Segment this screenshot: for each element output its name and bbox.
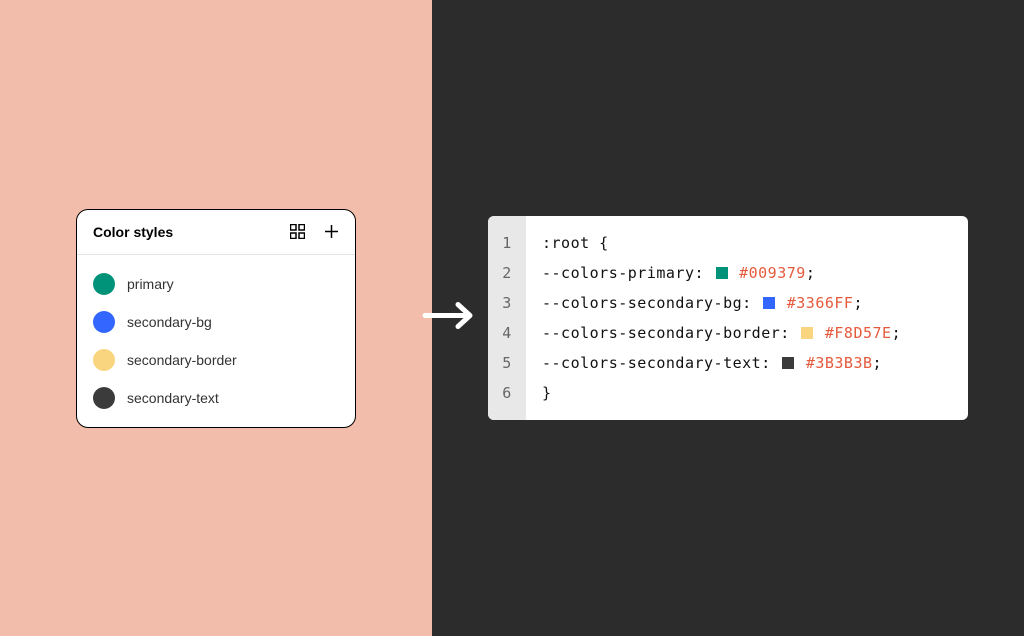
css-property: --colors-secondary-bg (542, 294, 742, 312)
style-item-primary[interactable]: primary (77, 265, 355, 303)
grid-view-icon[interactable] (289, 224, 305, 240)
style-item-secondary-border[interactable]: secondary-border (77, 341, 355, 379)
arrow-icon (420, 296, 480, 341)
code-line: --colors-secondary-text: #3B3B3B; (542, 348, 952, 378)
swatch-secondary-text (93, 387, 115, 409)
style-item-secondary-text[interactable]: secondary-text (77, 379, 355, 417)
code-body: :root { --colors-primary: #009379; --col… (526, 216, 968, 420)
inline-swatch-icon (716, 267, 728, 279)
code-line: --colors-secondary-bg: #3366FF; (542, 288, 952, 318)
left-panel: Color styles (0, 0, 432, 636)
line-number: 5 (488, 348, 526, 378)
css-value: #3B3B3B (806, 354, 873, 372)
swatch-secondary-border (93, 349, 115, 371)
css-value: #009379 (739, 264, 806, 282)
line-number-gutter: 1 2 3 4 5 6 (488, 216, 526, 420)
style-label: primary (127, 276, 174, 292)
add-style-icon[interactable] (323, 224, 339, 240)
code-line: --colors-primary: #009379; (542, 258, 952, 288)
inline-swatch-icon (782, 357, 794, 369)
color-styles-list: primary secondary-bg secondary-border se… (77, 255, 355, 427)
style-label: secondary-border (127, 352, 237, 368)
css-value: #3366FF (787, 294, 854, 312)
code-line: --colors-secondary-border: #F8D57E; (542, 318, 952, 348)
code-line-close: } (542, 378, 952, 408)
header-icon-group (289, 224, 339, 240)
swatch-primary (93, 273, 115, 295)
css-property: --colors-secondary-border (542, 324, 780, 342)
line-number: 3 (488, 288, 526, 318)
style-label: secondary-text (127, 390, 219, 406)
line-number: 1 (488, 228, 526, 258)
inline-swatch-icon (801, 327, 813, 339)
color-styles-card: Color styles (76, 209, 356, 428)
swatch-secondary-bg (93, 311, 115, 333)
css-property: --colors-primary (542, 264, 695, 282)
color-styles-header: Color styles (77, 210, 355, 255)
line-number: 4 (488, 318, 526, 348)
css-property: --colors-secondary-text (542, 354, 761, 372)
line-number: 6 (488, 378, 526, 408)
line-number: 2 (488, 258, 526, 288)
code-line-open: :root { (542, 228, 952, 258)
right-panel: 1 2 3 4 5 6 :root { --colors-primary: #0… (432, 0, 1024, 636)
style-label: secondary-bg (127, 314, 212, 330)
css-value: #F8D57E (825, 324, 892, 342)
inline-swatch-icon (763, 297, 775, 309)
code-panel: 1 2 3 4 5 6 :root { --colors-primary: #0… (488, 216, 968, 420)
color-styles-title: Color styles (93, 224, 289, 240)
style-item-secondary-bg[interactable]: secondary-bg (77, 303, 355, 341)
